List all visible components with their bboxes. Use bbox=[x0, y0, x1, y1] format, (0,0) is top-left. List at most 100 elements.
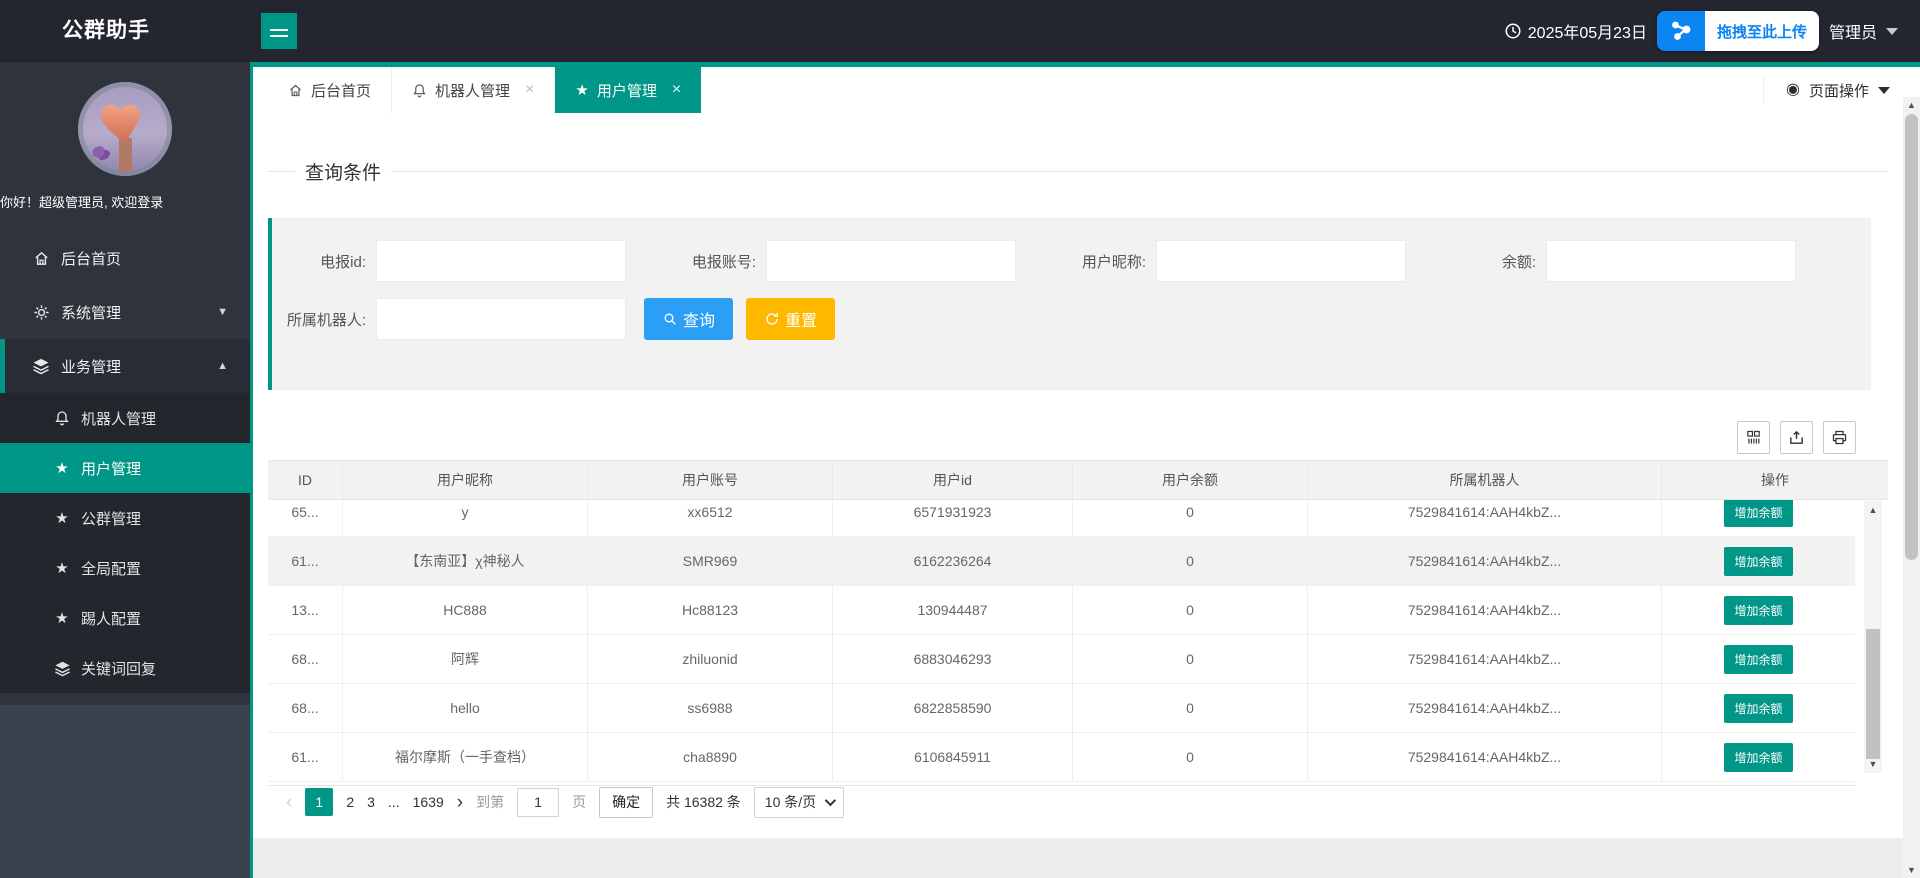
scroll-up-icon[interactable]: ▲ bbox=[1864, 505, 1882, 515]
column-header-bot: 所属机器人 bbox=[1308, 461, 1662, 499]
sidebar-item-group-management[interactable]: ★ 公群管理 bbox=[0, 493, 250, 543]
avatar[interactable] bbox=[78, 82, 172, 176]
user-nickname-input[interactable] bbox=[1156, 240, 1406, 282]
table-row: 13... HC888 Hc88123 130944487 0 75298416… bbox=[268, 586, 1855, 635]
scroll-down-icon[interactable]: ▼ bbox=[1864, 759, 1882, 769]
column-header-id: ID bbox=[268, 461, 343, 499]
cell-action: 增加余额 bbox=[1662, 635, 1855, 683]
bell-icon bbox=[52, 410, 72, 426]
add-balance-button[interactable]: 增加余额 bbox=[1724, 694, 1792, 723]
close-icon[interactable]: × bbox=[525, 82, 534, 98]
sidebar-item-robot-management[interactable]: 机器人管理 bbox=[0, 393, 250, 443]
page-number-2[interactable]: 2 bbox=[346, 794, 354, 810]
cell-action: 增加余额 bbox=[1662, 500, 1855, 536]
sidebar-item-kick-config[interactable]: ★ 踢人配置 bbox=[0, 593, 250, 643]
query-legend: 查询条件 bbox=[268, 157, 1888, 185]
table-body[interactable]: 65... y xx6512 6571931923 0 7529841614:A… bbox=[268, 500, 1855, 786]
sidebar-item-keyword-reply[interactable]: 关键词回复 bbox=[0, 643, 250, 693]
clock-icon bbox=[1504, 22, 1522, 40]
table-scrollbar[interactable]: ▲ ▼ bbox=[1864, 501, 1882, 773]
sidebar-menu: 后台首页 系统管理 ▼ 业务管理 ▲ 机器人管理 ★ 用户管理 ★ 公群管理 bbox=[0, 231, 250, 693]
sidebar-item-home[interactable]: 后台首页 bbox=[0, 231, 250, 285]
page-actions-dropdown[interactable]: ◉ 页面操作 bbox=[1763, 76, 1920, 104]
sidebar-item-global-config[interactable]: ★ 全局配置 bbox=[0, 543, 250, 593]
add-balance-button[interactable]: 增加余额 bbox=[1724, 645, 1792, 674]
cell-id: 61... bbox=[268, 733, 343, 781]
cell-action: 增加余额 bbox=[1662, 537, 1855, 585]
cell-bot: 7529841614:AAH4kbZ... bbox=[1308, 635, 1662, 683]
print-button[interactable] bbox=[1823, 421, 1856, 454]
chevron-down-icon: ▼ bbox=[217, 306, 228, 318]
scroll-down-icon[interactable]: ▼ bbox=[1903, 865, 1920, 875]
cell-bot: 7529841614:AAH4kbZ... bbox=[1308, 500, 1662, 536]
heart-photo-shape bbox=[95, 94, 155, 150]
drag-upload-widget[interactable]: 拖拽至此上传 bbox=[1657, 11, 1819, 51]
admin-label: 管理员 bbox=[1829, 19, 1877, 43]
add-balance-button[interactable]: 增加余额 bbox=[1724, 743, 1792, 772]
add-balance-button[interactable]: 增加余额 bbox=[1724, 547, 1792, 576]
home-icon bbox=[288, 83, 303, 98]
export-button[interactable] bbox=[1780, 421, 1813, 454]
cell-account: ss6988 bbox=[588, 684, 833, 732]
cell-bot: 7529841614:AAH4kbZ... bbox=[1308, 586, 1662, 634]
star-icon: ★ bbox=[52, 561, 72, 576]
add-balance-button[interactable]: 增加余额 bbox=[1724, 500, 1792, 527]
sidebar-item-system[interactable]: 系统管理 ▼ bbox=[0, 285, 250, 339]
add-balance-button[interactable]: 增加余额 bbox=[1724, 596, 1792, 625]
cell-account: xx6512 bbox=[588, 500, 833, 536]
tab-user-management[interactable]: ★ 用户管理 × bbox=[555, 67, 701, 113]
scrollbar-thumb[interactable] bbox=[1905, 114, 1918, 560]
user-table-card: ID 用户昵称 用户账号 用户id 用户余额 所属机器人 操作 65... y … bbox=[268, 415, 1888, 823]
gear-icon bbox=[30, 304, 52, 321]
balance-input[interactable] bbox=[1546, 240, 1796, 282]
chevron-down-icon bbox=[1886, 28, 1898, 35]
owner-robot-input[interactable] bbox=[376, 298, 626, 340]
query-form: 电报id: 电报账号: 用户昵称: 余额: 所属机器人: bbox=[268, 218, 1871, 390]
confirm-jump-button[interactable]: 确定 bbox=[599, 787, 653, 818]
sidebar-item-user-management[interactable]: ★ 用户管理 bbox=[0, 443, 250, 493]
bell-icon bbox=[412, 83, 427, 98]
welcome-text: 你好！超级管理员, 欢迎登录 bbox=[0, 192, 250, 211]
cell-userid: 6571931923 bbox=[833, 500, 1073, 536]
page-number-last[interactable]: 1639 bbox=[413, 794, 444, 810]
filter-columns-button[interactable] bbox=[1737, 421, 1770, 454]
scrollbar-thumb[interactable] bbox=[1866, 629, 1880, 759]
reset-button[interactable]: 重置 bbox=[746, 298, 835, 340]
scroll-up-icon[interactable]: ▲ bbox=[1903, 100, 1920, 110]
sidebar-item-business[interactable]: 业务管理 ▲ bbox=[0, 339, 250, 393]
admin-user-menu[interactable]: 管理员 bbox=[1829, 19, 1898, 43]
tab-home[interactable]: 后台首页 bbox=[268, 67, 392, 113]
page-number-3[interactable]: 3 bbox=[367, 794, 375, 810]
close-icon[interactable]: × bbox=[672, 82, 681, 98]
search-button[interactable]: 查询 bbox=[644, 298, 733, 340]
cell-balance: 0 bbox=[1073, 733, 1308, 781]
owner-robot-label: 所属机器人: bbox=[272, 309, 376, 330]
table-row: 61... 【东南亚】χ神秘人 SMR969 6162236264 0 7529… bbox=[268, 537, 1855, 586]
page-size-select[interactable]: 10 条/页 bbox=[754, 787, 844, 818]
jump-suffix-label: 页 bbox=[572, 792, 586, 812]
prev-page-button[interactable]: ‹ bbox=[286, 793, 292, 812]
telegram-account-input[interactable] bbox=[766, 240, 1016, 282]
radio-dot-icon: ◉ bbox=[1786, 82, 1800, 98]
chevron-down-icon bbox=[825, 795, 836, 806]
cell-bot: 7529841614:AAH4kbZ... bbox=[1308, 733, 1662, 781]
jump-page-input[interactable] bbox=[517, 788, 559, 817]
star-icon: ★ bbox=[52, 511, 72, 526]
tab-bar: 后台首页 机器人管理 × ★ 用户管理 × ◉ 页面操作 bbox=[253, 67, 1920, 113]
query-legend-label: 查询条件 bbox=[295, 158, 391, 185]
business-submenu: 机器人管理 ★ 用户管理 ★ 公群管理 ★ 全局配置 ★ 踢人配置 关键词回复 bbox=[0, 393, 250, 693]
cell-bot: 7529841614:AAH4kbZ... bbox=[1308, 684, 1662, 732]
cell-account: Hc88123 bbox=[588, 586, 833, 634]
page-scrollbar[interactable]: ▲ ▼ bbox=[1903, 97, 1920, 878]
top-navbar: 公群助手 2025年05月23日 拖拽至此上传 管理员 bbox=[0, 0, 1920, 62]
cell-userid: 6106845911 bbox=[833, 733, 1073, 781]
tab-robot-management[interactable]: 机器人管理 × bbox=[392, 67, 555, 113]
next-page-button[interactable]: › bbox=[457, 793, 463, 812]
cell-bot: 7529841614:AAH4kbZ... bbox=[1308, 537, 1662, 585]
cell-userid: 130944487 bbox=[833, 586, 1073, 634]
upload-label: 拖拽至此上传 bbox=[1705, 11, 1819, 51]
cell-userid: 6822858590 bbox=[833, 684, 1073, 732]
page-number-1[interactable]: 1 bbox=[305, 788, 333, 816]
sidebar-toggle-button[interactable] bbox=[261, 13, 297, 49]
telegram-id-input[interactable] bbox=[376, 240, 626, 282]
